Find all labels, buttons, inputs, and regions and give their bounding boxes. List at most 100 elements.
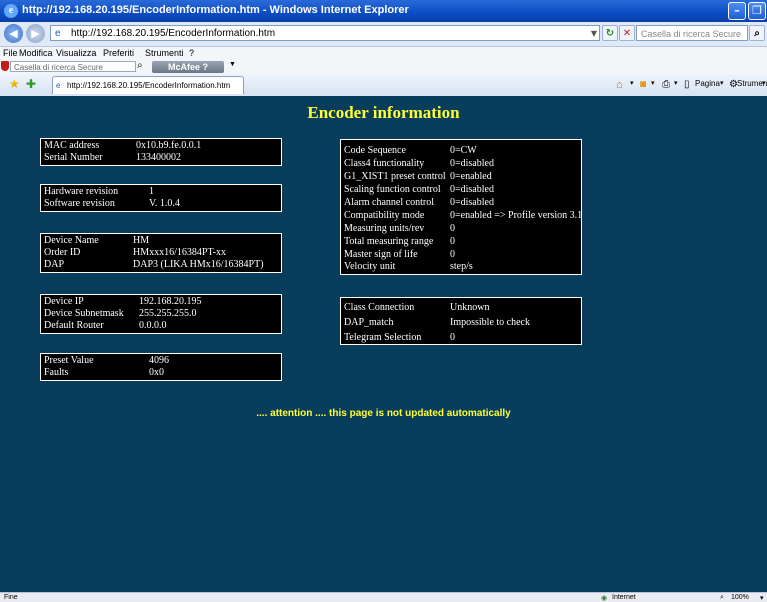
- forward-icon[interactable]: ▶: [26, 24, 45, 43]
- page-favicon-icon: e: [55, 28, 61, 39]
- tab-label: http://192.168.20.195/EncoderInformation…: [67, 81, 231, 90]
- print-icon[interactable]: ⎙: [662, 79, 670, 90]
- menu-help[interactable]: ?: [189, 48, 194, 58]
- device-ip-label: Device IP: [44, 296, 84, 307]
- tab-bar: ★ ✚ e http://192.168.20.195/EncoderInfor…: [0, 74, 767, 97]
- address-bar-row: ◀ ▶ e http://192.168.20.195/EncoderInfor…: [0, 22, 767, 47]
- scaling-function-label: Scaling function control: [344, 184, 441, 195]
- menu-preferiti[interactable]: Preferiti: [103, 48, 134, 58]
- total-measuring-range-value: 0: [450, 236, 455, 247]
- measuring-units-label: Measuring units/rev: [344, 223, 425, 234]
- order-id-value: HMxxx16/16384PT-xx: [133, 247, 226, 258]
- feeds-dropdown-icon[interactable]: ▾: [651, 79, 655, 87]
- window-title: http://192.168.20.195/EncoderInformation…: [22, 4, 409, 16]
- compatibility-mode-value: 0=enabled => Profile version 3.1: [450, 210, 583, 221]
- network-box: Device IP 192.168.20.195 Device Subnetma…: [40, 294, 282, 334]
- device-ip-value: 192.168.20.195: [139, 296, 202, 307]
- feeds-icon[interactable]: ◙: [640, 79, 646, 90]
- dap-match-label: DAP_match: [344, 317, 394, 328]
- velocity-unit-label: Velocity unit: [344, 261, 396, 272]
- connection-box: Class Connection Unknown DAP_match Impos…: [340, 297, 582, 345]
- device-info-box: Device Name HM Order ID HMxxx16/16384PT-…: [40, 233, 282, 273]
- hardware-revision-label: Hardware revision: [44, 186, 119, 197]
- master-sign-of-life-value: 0: [450, 249, 455, 260]
- telegram-selection-value: 0: [450, 332, 455, 343]
- mcafee-dropdown-icon[interactable]: ▼: [229, 61, 236, 68]
- code-sequence-value: 0=CW: [450, 145, 477, 156]
- software-revision-value: V. 1.0.4: [149, 198, 180, 209]
- menu-bar: File Modifica Visualizza Preferiti Strum…: [0, 47, 767, 60]
- faults-value: 0x0: [149, 367, 164, 378]
- class-connection-label: Class Connection: [344, 302, 415, 313]
- favorites-star-icon[interactable]: ★: [9, 77, 20, 91]
- address-url: http://192.168.20.195/EncoderInformation…: [71, 28, 276, 39]
- minimize-button[interactable]: –: [728, 2, 746, 20]
- mcafee-shield-icon: [1, 61, 9, 71]
- class4-functionality-label: Class4 functionality: [344, 158, 425, 169]
- menu-file[interactable]: File: [3, 48, 18, 58]
- hardware-revision-value: 1: [149, 186, 154, 197]
- status-text: Fine: [4, 594, 18, 601]
- profile-config-box: Code Sequence 0=CW Class4 functionality …: [340, 139, 582, 275]
- back-icon[interactable]: ◀: [4, 24, 23, 43]
- compatibility-mode-label: Compatibility mode: [344, 210, 425, 221]
- mcafee-search-icon[interactable]: ⌕: [137, 60, 143, 71]
- device-name-label: Device Name: [44, 235, 99, 246]
- class-connection-value: Unknown: [450, 302, 490, 313]
- preset-value-label: Preset Value: [44, 355, 94, 366]
- home-dropdown-icon[interactable]: ▾: [630, 79, 634, 87]
- tab-encoder-information[interactable]: e http://192.168.20.195/EncoderInformati…: [52, 76, 244, 94]
- mcafee-button[interactable]: McAfee ?: [152, 61, 224, 73]
- zoom-level[interactable]: 100%: [731, 594, 749, 601]
- class4-functionality-value: 0=disabled: [450, 158, 494, 169]
- attention-notice: .... attention .... this page is not upd…: [256, 408, 511, 419]
- menu-visualizza[interactable]: Visualizza: [56, 48, 96, 58]
- add-favorites-icon[interactable]: ✚: [26, 77, 36, 91]
- pagina-menu[interactable]: Pagina: [695, 79, 720, 88]
- dap-label: DAP: [44, 259, 65, 270]
- strumenti-dropdown-icon[interactable]: ▾: [762, 79, 766, 87]
- velocity-unit-value: step/s: [450, 261, 473, 272]
- page-content: Encoder information MAC address 0x10.b9.…: [0, 96, 767, 592]
- window-title-bar: e http://192.168.20.195/EncoderInformati…: [0, 0, 767, 22]
- help-icon: ?: [202, 62, 209, 72]
- mac-address-value: 0x10.b9.fe.0.0.1: [136, 140, 202, 151]
- page-icon: ▯: [684, 79, 690, 90]
- order-id-label: Order ID: [44, 247, 81, 258]
- mcafee-brand-label: McAfee: [167, 62, 200, 72]
- pagina-dropdown-icon[interactable]: ▾: [720, 79, 724, 87]
- master-sign-of-life-label: Master sign of life: [344, 249, 418, 260]
- print-dropdown-icon[interactable]: ▾: [674, 79, 678, 87]
- address-dropdown-icon[interactable]: ▼: [588, 26, 600, 40]
- stop-icon[interactable]: ✕: [619, 25, 635, 41]
- preset-value-value: 4096: [149, 355, 169, 366]
- mcafee-toolbar: Casella di ricerca Secure ⌕ McAfee ? ▼: [0, 60, 767, 75]
- default-router-value: 0.0.0.0: [139, 320, 167, 331]
- menu-strumenti[interactable]: Strumenti: [145, 48, 184, 58]
- search-input[interactable]: Casella di ricerca Secure: [636, 25, 748, 41]
- ie-logo-icon: e: [4, 4, 18, 18]
- device-name-value: HM: [133, 235, 150, 246]
- menu-modifica[interactable]: Modifica: [19, 48, 53, 58]
- zone-label: Internet: [612, 594, 636, 601]
- maximize-button[interactable]: ❐: [748, 2, 766, 20]
- alarm-channel-label: Alarm channel control: [344, 197, 434, 208]
- faults-label: Faults: [44, 367, 69, 378]
- subnetmask-value: 255.255.255.0: [139, 308, 197, 319]
- search-icon[interactable]: ⌕: [749, 25, 765, 41]
- total-measuring-range-label: Total measuring range: [344, 236, 434, 247]
- subnetmask-label: Device Subnetmask: [44, 308, 124, 319]
- g1-xist1-preset-label: G1_XIST1 preset control: [344, 171, 446, 182]
- tab-favicon-icon: e: [56, 81, 61, 90]
- mac-address-label: MAC address: [44, 140, 100, 151]
- telegram-selection-label: Telegram Selection: [344, 332, 422, 343]
- home-icon[interactable]: ⌂: [616, 79, 623, 91]
- revision-box: Hardware revision 1 Software revision V.…: [40, 184, 282, 212]
- page-title: Encoder information: [307, 103, 460, 122]
- code-sequence-label: Code Sequence: [344, 145, 406, 156]
- address-input[interactable]: e http://192.168.20.195/EncoderInformati…: [50, 25, 600, 41]
- mcafee-search-input[interactable]: Casella di ricerca Secure: [10, 61, 136, 72]
- refresh-icon[interactable]: ↻: [602, 25, 618, 41]
- measuring-units-value: 0: [450, 223, 455, 234]
- preset-box: Preset Value 4096 Faults 0x0: [40, 353, 282, 381]
